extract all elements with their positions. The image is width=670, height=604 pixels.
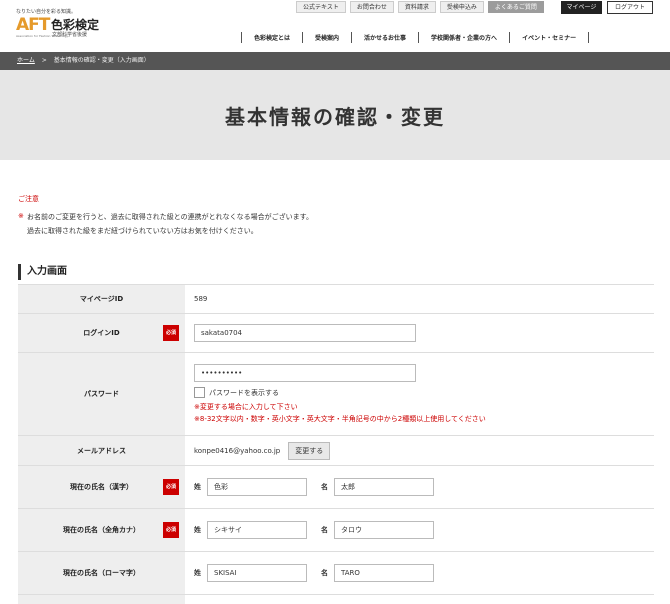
logo-mark: AFT (16, 15, 50, 35)
login-id-input[interactable] (194, 324, 416, 342)
notice-line-1: ※ お名前のご変更を行うと、過去に取得された級との連携がとれなくなる場合がござい… (18, 212, 313, 221)
logo-org: 文部科学省後援 (52, 32, 88, 38)
breadcrumb-home[interactable]: ホーム (17, 57, 35, 64)
main-nav: 色彩検定とは 受検案内 活かせるお仕事 学校関係者・企業の方へ イベント・セミナ… (241, 32, 590, 43)
label-name-kana: 現在の氏名（全角カナ） 必須 (18, 509, 185, 551)
section-title: 入力画面 (18, 264, 670, 280)
notice-title: ご注意 (18, 195, 39, 203)
password-note-1: ※変更する場合に入力して下さい (194, 403, 298, 411)
mei-roman-input[interactable] (334, 564, 434, 582)
nav-careers[interactable]: 活かせるお仕事 (351, 32, 418, 43)
row-name-kana: 現在の氏名（全角カナ） 必須 姓 名 (18, 508, 654, 551)
sei-kana-input[interactable] (207, 521, 307, 539)
link-apply[interactable]: 受検申込み (439, 1, 484, 13)
site-logo[interactable]: なりたい自分を彩る知識。 AFT Association for Fashion… (16, 8, 106, 38)
profile-form: マイページID 589 ログインID 必須 パスワード パスワードを表示する ※… (18, 284, 654, 604)
sei-label: 姓 (194, 569, 201, 577)
mypage-button[interactable]: マイページ (561, 1, 602, 14)
mei-kana-input[interactable] (334, 521, 434, 539)
logo-tagline: なりたい自分を彩る知識。 (16, 9, 77, 15)
label-password: パスワード (18, 353, 185, 435)
row-email: メールアドレス konpe0416@yahoo.co.jp 変更する (18, 435, 654, 465)
mei-label: 名 (321, 483, 328, 491)
email-value: konpe0416@yahoo.co.jp (194, 446, 281, 455)
row-password: パスワード パスワードを表示する ※変更する場合に入力して下さい ※8-32文字… (18, 352, 654, 435)
notice: ご注意 ※ お名前のご変更を行うと、過去に取得された級との連携がとれなくなる場合… (0, 160, 670, 236)
label-email: メールアドレス (18, 436, 185, 465)
label-name-kanji: 現在の氏名（漢字） 必須 (18, 466, 185, 508)
mypage-id-value: 589 (194, 295, 208, 303)
page-title: 基本情報の確認・変更 (225, 104, 445, 129)
row-login-id: ログインID 必須 (18, 313, 654, 352)
password-input[interactable] (194, 364, 416, 382)
required-badge: 必須 (163, 522, 179, 538)
password-note-2: ※8-32文字以内・数字・英小文字・英大文字・半角記号の中から2種類以上使用して… (194, 415, 486, 423)
nav-events[interactable]: イベント・セミナー (509, 32, 590, 43)
breadcrumb: ホーム > 基本情報の確認・変更（入力画面） (0, 52, 670, 70)
label-name-roman: 現在の氏名（ローマ字） (18, 552, 185, 594)
breadcrumb-current: 基本情報の確認・変更（入力画面） (53, 57, 150, 64)
notice-line-2: 過去に取得された級をまだ紐づけられていない方はお気を付けください。 (27, 227, 258, 235)
mei-label: 名 (321, 526, 328, 534)
sei-kanji-input[interactable] (207, 478, 307, 496)
mei-kanji-input[interactable] (334, 478, 434, 496)
show-password-toggle[interactable]: パスワードを表示する (194, 387, 645, 398)
breadcrumb-separator: > (41, 57, 47, 64)
row-mypage-id: マイページID 589 (18, 284, 654, 313)
sei-label: 姓 (194, 526, 201, 534)
notice-mark: ※ (18, 212, 24, 220)
change-email-button[interactable]: 変更する (288, 441, 331, 460)
link-contact[interactable]: お問合わせ (349, 1, 394, 13)
required-badge: 必須 (163, 479, 179, 495)
site-header: なりたい自分を彩る知識。 AFT Association for Fashion… (0, 0, 670, 52)
show-password-label: パスワードを表示する (209, 388, 279, 397)
link-brochure[interactable]: 資料請求 (397, 1, 436, 13)
label-login-id: ログインID 必須 (18, 314, 185, 352)
link-official-text[interactable]: 公式テキスト (296, 1, 346, 13)
row-next (18, 594, 654, 604)
row-name-kanji: 現在の氏名（漢字） 必須 姓 名 (18, 465, 654, 508)
nav-exam-info[interactable]: 受検案内 (302, 32, 351, 43)
link-faq[interactable]: よくあるご質問 (487, 1, 544, 13)
required-badge: 必須 (163, 325, 179, 341)
label-mypage-id: マイページID (18, 285, 185, 313)
sei-label: 姓 (194, 483, 201, 491)
sei-roman-input[interactable] (207, 564, 307, 582)
nav-about[interactable]: 色彩検定とは (241, 32, 302, 43)
show-password-checkbox[interactable] (194, 387, 205, 398)
logout-button[interactable]: ログアウト (607, 1, 653, 14)
mei-label: 名 (321, 569, 328, 577)
page-hero: 基本情報の確認・変更 (0, 70, 670, 160)
row-name-roman: 現在の氏名（ローマ字） 姓 名 (18, 551, 654, 594)
nav-schools-companies[interactable]: 学校関係者・企業の方へ (418, 32, 509, 43)
top-links: 公式テキスト お問合わせ 資料請求 受検申込み よくあるご質問 (296, 1, 544, 13)
